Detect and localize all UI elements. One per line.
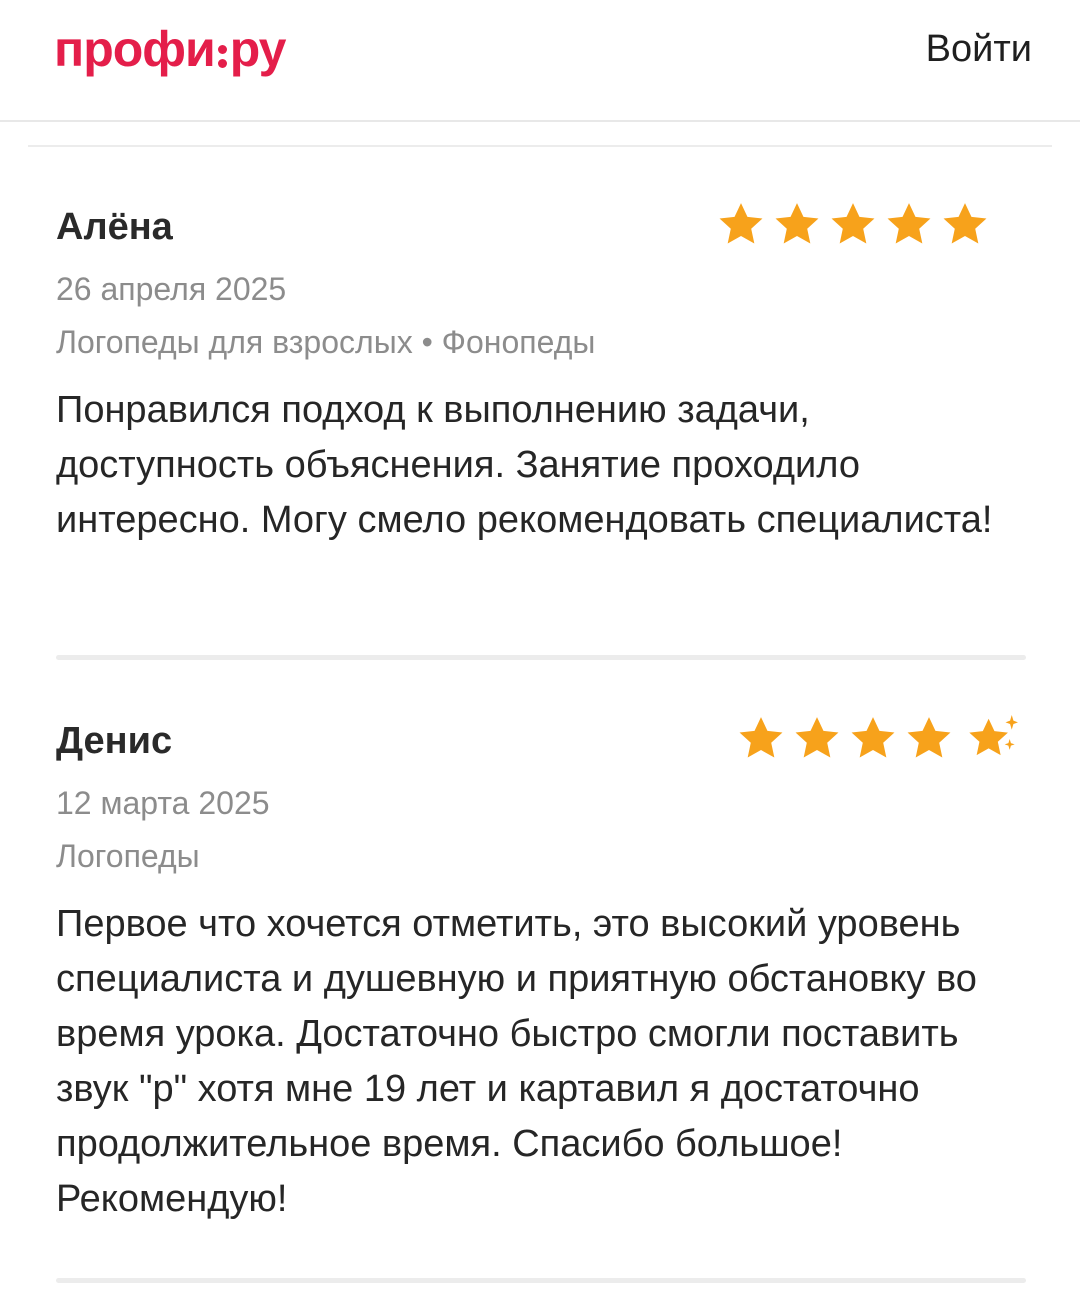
star-icon (887, 203, 931, 244)
star-icon (719, 203, 763, 244)
review-divider (56, 655, 1026, 660)
star-icon (775, 203, 819, 244)
review-text: Понравился подход к выполнению задачи, д… (56, 389, 993, 541)
star-icon (795, 717, 839, 758)
logo-text-right: ру (229, 21, 287, 77)
login-button[interactable]: Войти (926, 28, 1032, 71)
star-icon (943, 203, 987, 244)
review-text: Первое что хочется отметить, это высокий… (56, 903, 977, 1220)
star-icon (831, 203, 875, 244)
review-categories: Логопеды (56, 838, 200, 874)
rating-stars (736, 714, 1026, 764)
star-icon (851, 717, 895, 758)
review-card: Денис 12 марта 2025 Логопеды Первое что … (56, 715, 1026, 1227)
top-bar: профи ру Войти (0, 0, 1080, 122)
star-icon (907, 717, 951, 758)
logo-dots-icon (217, 45, 227, 68)
review-categories: Логопеды для взрослых • Фонопеды (56, 324, 596, 360)
review-divider (56, 1278, 1026, 1283)
rating-stars (716, 200, 990, 250)
profi-ru-logo[interactable]: профи ру (54, 20, 287, 78)
review-card: Алёна 26 апреля 2025 Логопеды для взросл… (56, 203, 1026, 548)
star-icon (739, 717, 783, 758)
star-sparkle-icon (969, 715, 1018, 756)
review-date: 26 апреля 2025 (56, 271, 287, 307)
logo-text-left: профи (54, 21, 216, 77)
divider (28, 145, 1052, 147)
review-date: 12 марта 2025 (56, 785, 270, 821)
